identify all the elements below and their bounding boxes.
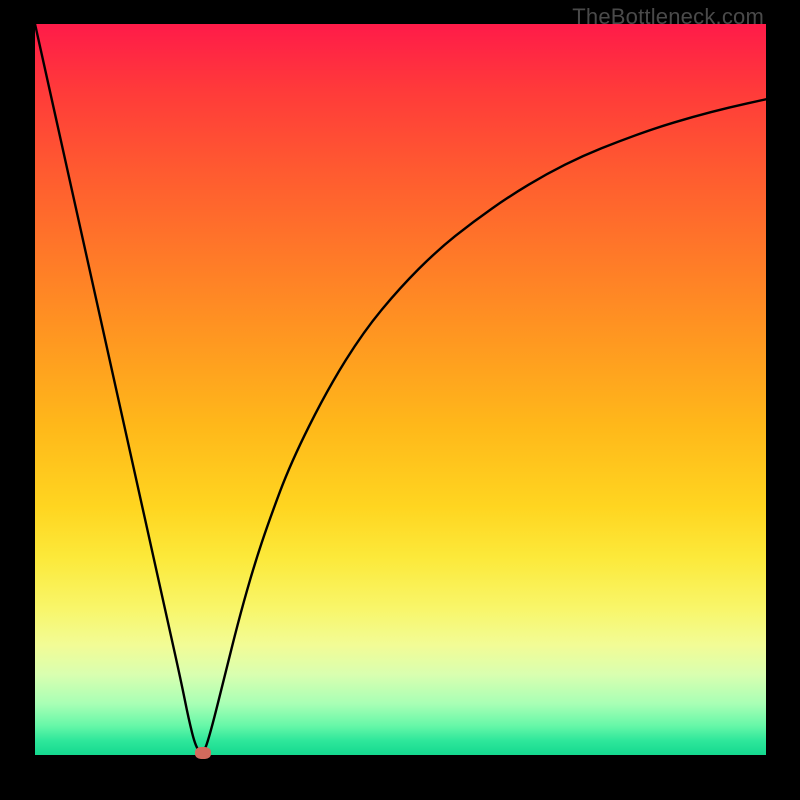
plot-area (35, 24, 766, 755)
bottleneck-curve (35, 24, 766, 755)
watermark-text: TheBottleneck.com (572, 4, 764, 30)
chart-frame: TheBottleneck.com (0, 0, 800, 800)
optimal-point-marker (195, 747, 211, 759)
